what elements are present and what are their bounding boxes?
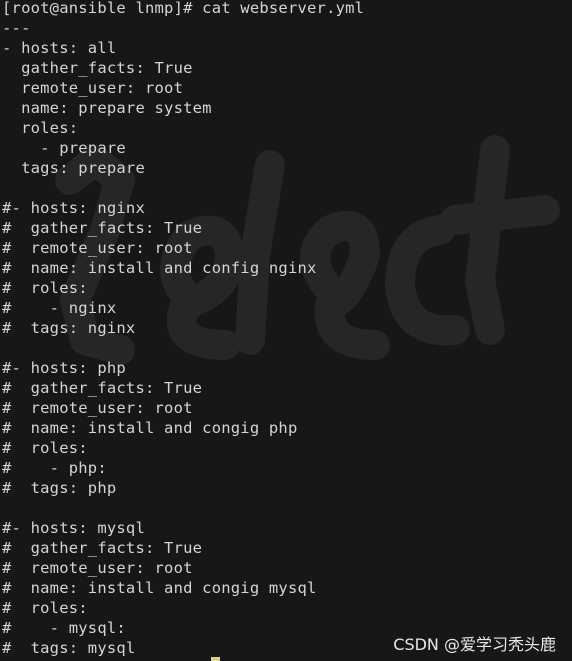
output-line: # remote_user: root — [2, 559, 193, 577]
output-line: # - mysql: — [2, 619, 126, 637]
output-line: - hosts: all — [2, 39, 117, 57]
output-line: # gather_facts: True — [2, 539, 203, 557]
csdn-watermark: CSDN @爱学习秃头鹿 — [393, 635, 556, 654]
output-line: #- hosts: mysql — [2, 519, 145, 537]
output-line: # gather_facts: True — [2, 379, 203, 397]
output-line: # remote_user: root — [2, 399, 193, 417]
output-line: # - php: — [2, 459, 107, 477]
output-line: # tags: nginx — [2, 319, 136, 337]
terminal-output: [root@ansible lnmp]# cat webserver.yml -… — [2, 0, 364, 658]
output-line: #- hosts: php — [2, 359, 126, 377]
output-line: # - nginx — [2, 299, 117, 317]
output-line: # tags: mysql — [2, 639, 136, 657]
output-line: # gather_facts: True — [2, 219, 203, 237]
output-line: # roles: — [2, 279, 88, 297]
output-line — [2, 178, 364, 198]
shell-prompt-line: [root@ansible lnmp]# cat webserver.yml — [2, 0, 365, 17]
text-cursor — [211, 657, 220, 661]
output-line: # roles: — [2, 439, 88, 457]
output-line — [2, 338, 364, 358]
output-line: --- — [2, 19, 31, 37]
output-line: #- hosts: nginx — [2, 199, 145, 217]
output-line: # name: install and config nginx — [2, 259, 317, 277]
output-line: # name: install and congig php — [2, 419, 298, 437]
output-line: tags: prepare — [2, 159, 145, 177]
output-line: remote_user: root — [2, 79, 184, 97]
output-line: - prepare — [2, 139, 126, 157]
output-line: roles: — [2, 119, 79, 137]
terminal-window[interactable]: [root@ansible lnmp]# cat webserver.yml -… — [0, 0, 572, 661]
output-line: gather_facts: True — [2, 59, 193, 77]
output-line: # tags: php — [2, 479, 117, 497]
output-line — [2, 498, 364, 518]
output-line: name: prepare system — [2, 99, 212, 117]
output-line: # name: install and congig mysql — [2, 579, 317, 597]
output-line: # roles: — [2, 599, 88, 617]
output-line: # remote_user: root — [2, 239, 193, 257]
